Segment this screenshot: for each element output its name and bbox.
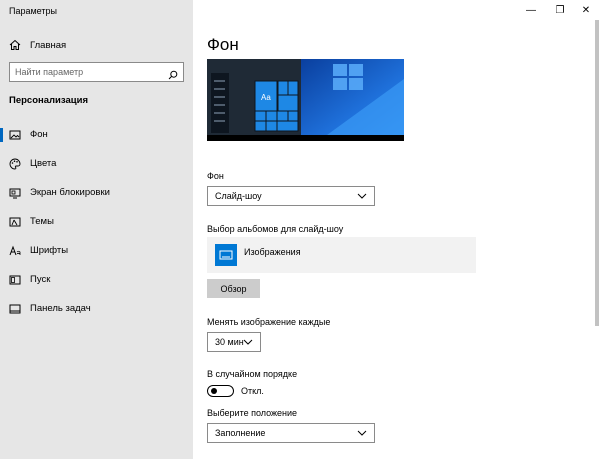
shuffle-state: Откл. (241, 386, 264, 396)
picture-icon (9, 129, 21, 141)
sidebar-item-start[interactable]: Пуск (0, 265, 193, 294)
interval-dropdown[interactable]: 30 мин (207, 332, 261, 352)
chevron-down-icon (357, 429, 367, 439)
interval-dropdown-value: 30 мин (215, 337, 244, 347)
themes-icon (9, 216, 21, 228)
sidebar: Параметры Главная Персонализация Фон Цве… (0, 0, 193, 459)
sidebar-home[interactable]: Главная (9, 36, 189, 54)
start-icon (9, 274, 21, 286)
shuffle-label: В случайном порядке (207, 369, 298, 379)
album-item[interactable]: Изображения (207, 237, 476, 273)
search-input[interactable] (15, 67, 165, 77)
shuffle-toggle[interactable] (207, 385, 234, 397)
albums-label: Выбор альбомов для слайд-шоу (207, 224, 344, 234)
search-box[interactable] (9, 62, 184, 82)
sidebar-item-label: Темы (30, 216, 54, 227)
background-dropdown-value: Слайд-шоу (215, 191, 262, 201)
scrollbar-thumb[interactable] (595, 20, 599, 326)
home-icon (9, 39, 21, 51)
sidebar-item-label: Панель задач (30, 303, 91, 314)
interval-label: Менять изображение каждые (207, 317, 331, 327)
sidebar-item-background[interactable]: Фон (0, 120, 193, 149)
sidebar-item-label: Цвета (30, 158, 57, 169)
sidebar-item-colors[interactable]: Цвета (0, 149, 193, 178)
background-label: Фон (207, 171, 224, 181)
taskbar-icon (9, 303, 21, 315)
sidebar-item-label: Фон (30, 129, 48, 140)
sidebar-item-label: Пуск (30, 274, 51, 285)
image-folder-icon (215, 244, 237, 266)
sidebar-item-label: Шрифты (30, 245, 69, 256)
sidebar-nav: Фон Цвета Экран блокировки Темы Шрифты П… (0, 120, 193, 323)
album-name: Изображения (244, 247, 301, 257)
sidebar-item-label: Экран блокировки (30, 187, 110, 198)
preview-sample-text: Aa (261, 93, 271, 102)
palette-icon (9, 158, 21, 170)
close-button[interactable]: ✕ (572, 0, 600, 20)
chevron-down-icon (243, 338, 253, 348)
sidebar-item-lock-screen[interactable]: Экран блокировки (0, 178, 193, 207)
sidebar-item-fonts[interactable]: Шрифты (0, 236, 193, 265)
main-content: Фон Aa Фон Слайд-шоу Выбор альбомов для … (193, 0, 600, 459)
fit-dropdown[interactable]: Заполнение (207, 423, 375, 443)
background-dropdown[interactable]: Слайд-шоу (207, 186, 375, 206)
fit-label: Выберите положение (207, 408, 298, 418)
chevron-down-icon (357, 192, 367, 202)
lock-screen-icon (9, 187, 21, 199)
sidebar-item-themes[interactable]: Темы (0, 207, 193, 236)
sidebar-item-taskbar[interactable]: Панель задач (0, 294, 193, 323)
toggle-knob (211, 388, 217, 394)
fit-dropdown-value: Заполнение (215, 428, 266, 438)
app-title: Параметры (9, 6, 57, 16)
section-title: Персонализация (9, 95, 89, 106)
background-preview: Aa (207, 59, 404, 141)
browse-button[interactable]: Обзор (207, 279, 260, 298)
search-icon[interactable] (168, 67, 178, 85)
sidebar-home-label: Главная (30, 39, 67, 51)
page-title: Фон (207, 35, 239, 54)
font-icon (9, 245, 21, 257)
